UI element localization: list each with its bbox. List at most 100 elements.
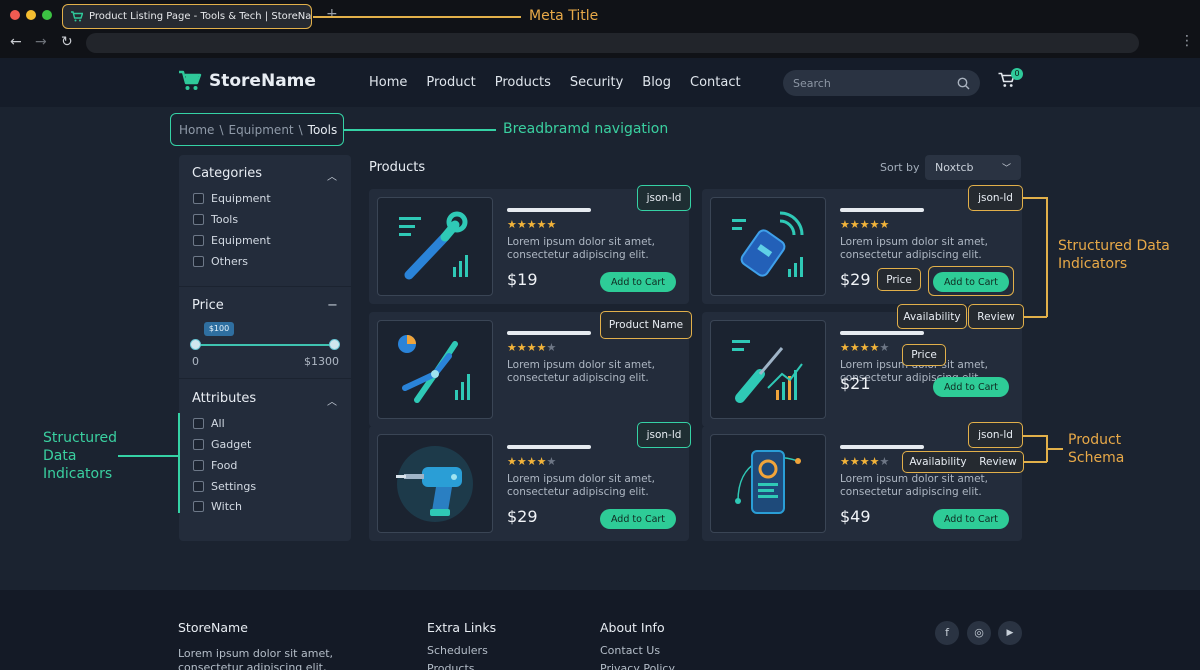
product-image (377, 434, 493, 533)
nav-products[interactable]: Products (495, 75, 551, 90)
availability-review-tag: Availability Review (902, 451, 1024, 473)
nav-contact[interactable]: Contact (690, 75, 741, 90)
back-icon[interactable]: ← (10, 34, 22, 50)
footer-link-schedulers[interactable]: Schedulers (427, 644, 488, 657)
products-heading: Products (369, 160, 426, 175)
search-box (783, 70, 980, 96)
attribute-settings[interactable]: Settings (193, 480, 256, 493)
add-to-cart-button[interactable]: Add to Cart (600, 272, 676, 292)
product-name-placeholder (840, 331, 924, 335)
footer-extra-title: Extra Links (427, 620, 497, 635)
price-tag: Price (877, 268, 921, 291)
chevron-up-icon[interactable]: ︿ (327, 393, 337, 408)
new-tab-icon[interactable]: + (326, 6, 338, 22)
add-to-cart-button[interactable]: Add to Cart (933, 509, 1009, 529)
price-tag: Price (902, 344, 946, 366)
instagram-icon[interactable]: ◎ (967, 621, 991, 645)
checkbox[interactable] (193, 256, 204, 267)
price-range-track[interactable] (195, 344, 335, 346)
browser-tab[interactable]: Product Listing Page - Tools & Tech | St… (62, 4, 312, 29)
checkbox[interactable] (193, 481, 204, 492)
phone-icon (735, 449, 801, 514)
review-tag-label: Review (979, 456, 1017, 468)
chevron-up-icon[interactable]: ︿ (327, 168, 337, 183)
nav-blog[interactable]: Blog (642, 75, 671, 90)
attribute-all[interactable]: All (193, 417, 225, 430)
breadcrumb-annotation: Breadbramd navigation (503, 121, 669, 137)
product-name-placeholder (840, 208, 924, 212)
sort-label: Sort by (880, 161, 920, 174)
footer-about-title: About Info (600, 620, 665, 635)
add-to-cart-highlight (928, 266, 1014, 296)
footer-link-privacy[interactable]: Privacy Policy (600, 662, 675, 670)
rating-stars: ★★★★★ (507, 341, 557, 354)
product-price: $29 (840, 270, 871, 289)
product-schema-connector (1024, 461, 1047, 463)
price-max-handle[interactable] (329, 339, 340, 350)
youtube-icon[interactable]: ▶ (998, 621, 1022, 645)
maximize-window-button[interactable] (42, 10, 52, 20)
attribute-food[interactable]: Food (193, 459, 237, 472)
attribute-gadget[interactable]: Gadget (193, 438, 251, 451)
logo-text: StoreName (209, 71, 316, 91)
nav-home[interactable]: Home (369, 75, 407, 90)
attributes-title: Attributes (192, 391, 257, 406)
product-description: Lorem ipsum dolor sit amet, consectetur … (840, 236, 988, 261)
json-ld-tag: json-ld (637, 185, 691, 211)
footer-brand-text: Lorem ipsum dolor sit amet, consectetur … (178, 647, 334, 670)
add-to-cart-button[interactable]: Add to Cart (933, 377, 1009, 397)
checkbox[interactable] (193, 460, 204, 471)
sort-select[interactable]: Noxtcb ﹀ (925, 155, 1021, 180)
product-card[interactable]: ★★★★★ Lorem ipsum dolor sit amet, consec… (702, 312, 1022, 427)
breadcrumb-home[interactable]: Home (179, 123, 214, 137)
footer-brand: StoreName (178, 620, 248, 635)
reload-icon[interactable]: ↻ (61, 34, 73, 50)
checkbox[interactable] (193, 235, 204, 246)
minimize-window-button[interactable] (26, 10, 36, 20)
add-to-cart-button[interactable]: Add to Cart (600, 509, 676, 529)
footer-link-contact[interactable]: Contact Us (600, 644, 660, 657)
product-schema-connector (1023, 435, 1047, 437)
footer-link-products[interactable]: Products (427, 662, 475, 670)
store-logo[interactable]: StoreName (178, 70, 316, 92)
product-image (710, 197, 826, 296)
facebook-icon[interactable]: f (935, 621, 959, 645)
rating-stars: ★★★★★ (840, 218, 890, 231)
availability-tag: Availability (897, 304, 967, 329)
nav-security[interactable]: Security (570, 75, 623, 90)
collapse-minus-icon[interactable]: − (327, 298, 338, 313)
breadcrumb-equipment[interactable]: Equipment (228, 123, 293, 137)
forward-icon[interactable]: → (35, 34, 47, 50)
breadcrumb-connector (344, 129, 496, 131)
attribute-witch[interactable]: Witch (193, 500, 242, 513)
price-min-handle[interactable] (190, 339, 201, 350)
product-price: $21 (840, 374, 871, 393)
search-input[interactable] (793, 76, 943, 90)
product-schema-annotation: Product Schema (1068, 432, 1125, 466)
checkbox[interactable] (193, 214, 204, 225)
rating-stars: ★★★★★ (840, 341, 890, 354)
checkbox[interactable] (193, 439, 204, 450)
category-equipment[interactable]: Equipment (193, 192, 271, 205)
category-others[interactable]: Others (193, 255, 248, 268)
sort-value: Noxtcb (935, 161, 974, 174)
category-tools[interactable]: Tools (193, 213, 238, 226)
product-schema-connector (1047, 448, 1063, 450)
close-window-button[interactable] (10, 10, 20, 20)
price-tooltip: $100 (204, 322, 234, 336)
structured-data-connector (1024, 316, 1047, 318)
category-equipment-2[interactable]: Equipment (193, 234, 271, 247)
pliers-chart-icon (398, 334, 470, 403)
attribute-label: Gadget (211, 438, 252, 451)
search-icon[interactable] (957, 77, 970, 90)
attribute-label: Witch (211, 500, 243, 513)
product-price: $49 (840, 507, 871, 526)
checkbox[interactable] (193, 418, 204, 429)
category-label: Tools (211, 213, 239, 226)
nav-product[interactable]: Product (426, 75, 475, 90)
checkbox[interactable] (193, 501, 204, 512)
checkbox[interactable] (193, 193, 204, 204)
address-bar[interactable] (86, 33, 1139, 53)
browser-menu-icon[interactable]: ⋮ (1180, 33, 1194, 49)
meta-title-annotation: Meta Title (529, 8, 599, 24)
